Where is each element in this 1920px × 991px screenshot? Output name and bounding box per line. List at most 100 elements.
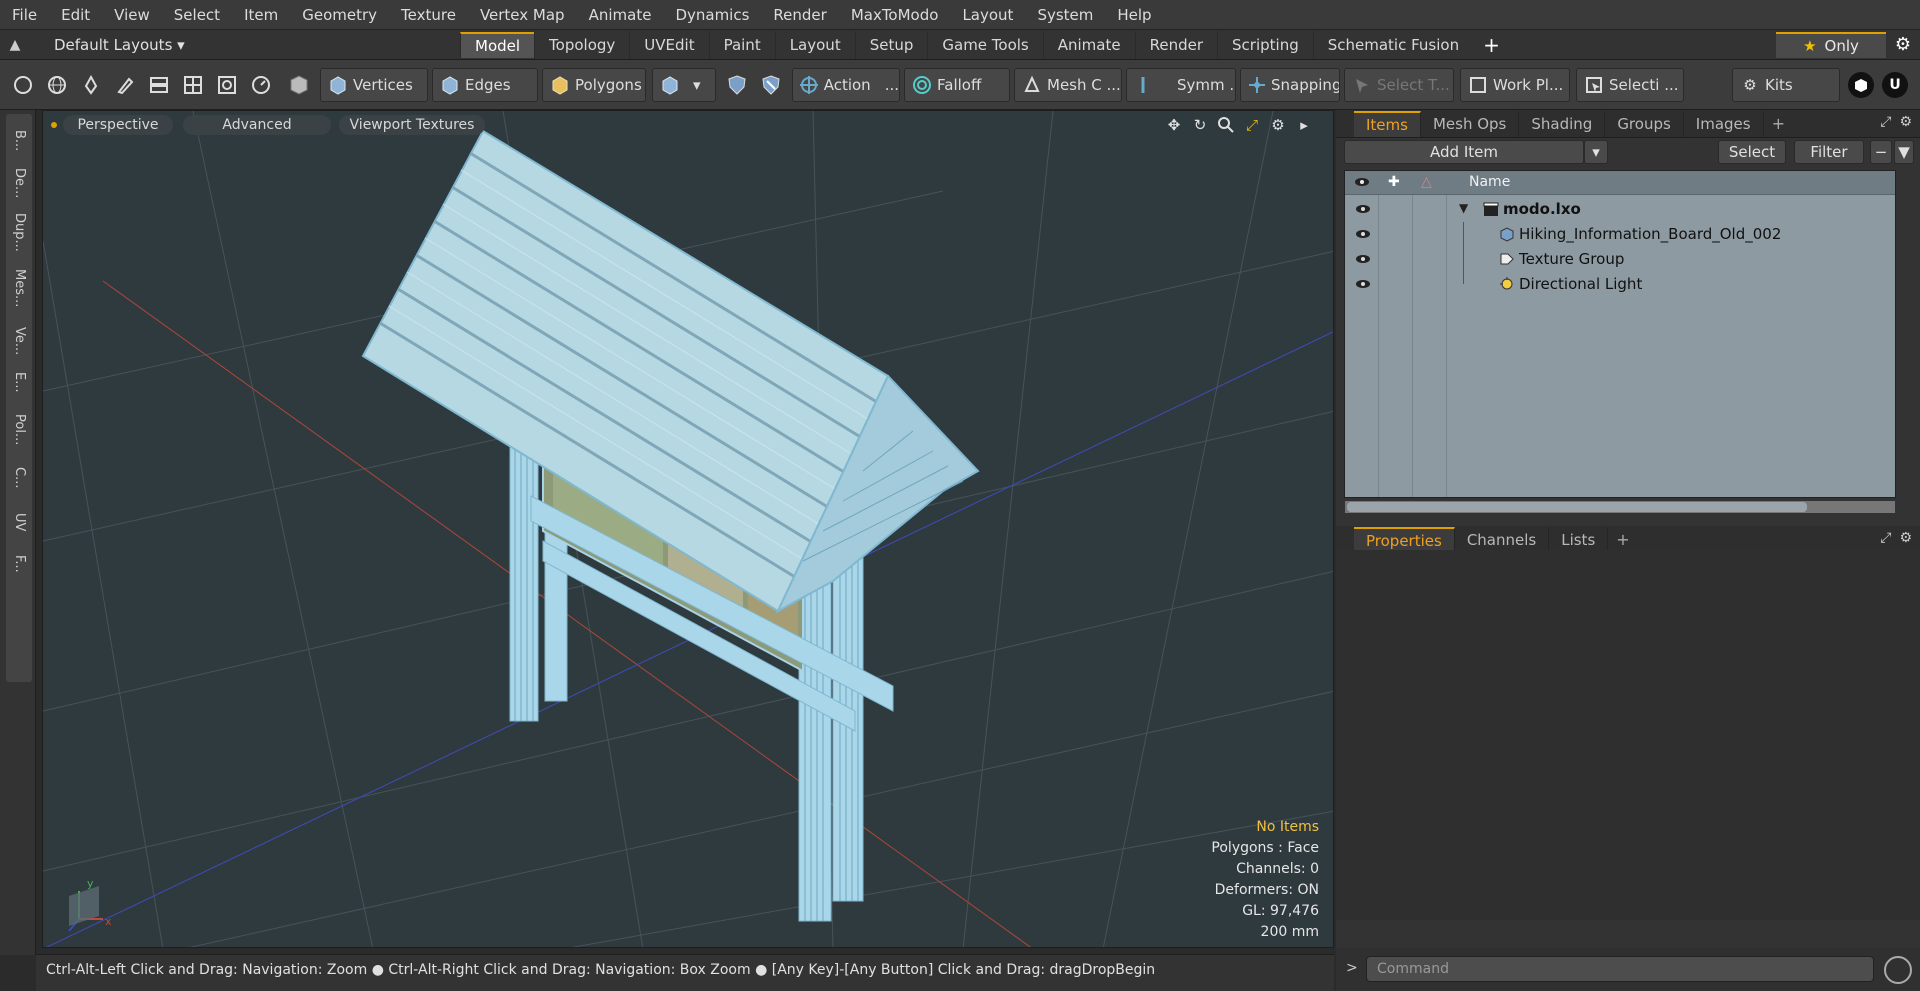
tab-setup[interactable]: Setup (854, 30, 928, 59)
pen-tool-icon[interactable] (78, 72, 104, 98)
unity-logo-icon[interactable] (1848, 72, 1874, 98)
gear-icon[interactable]: ⚙ (1886, 30, 1920, 60)
menu-system[interactable]: System (1025, 0, 1105, 30)
expand-arrow-icon[interactable]: ▼ (1459, 201, 1468, 215)
grid-icon[interactable] (180, 72, 206, 98)
tab-uvedit[interactable]: UVEdit (629, 30, 708, 59)
snapping-button[interactable]: Snapping (1240, 68, 1340, 102)
add-item-button[interactable]: Add Item (1344, 140, 1584, 164)
vtab-mesh-edit[interactable]: Mes... (6, 262, 32, 314)
vtab-edge[interactable]: E... (6, 362, 32, 402)
selection-sets-button[interactable]: Selecti ... (1576, 68, 1684, 102)
vtab-polygon[interactable]: Pol... (6, 404, 32, 456)
3d-viewport[interactable]: y x Perspective Advanced Viewport Textur… (42, 110, 1334, 948)
edges-button[interactable]: Edges (432, 68, 538, 102)
tab-scripting[interactable]: Scripting (1217, 30, 1313, 59)
visibility-eye-icon[interactable] (1355, 277, 1371, 291)
item-list-hscrollbar[interactable] (1344, 500, 1896, 514)
tab-lists[interactable]: Lists (1549, 526, 1609, 553)
tab-schematic-fusion[interactable]: Schematic Fusion (1312, 30, 1473, 59)
shield-icon[interactable] (724, 72, 750, 98)
menu-select[interactable]: Select (162, 0, 232, 30)
collapse-up-icon[interactable]: ▲ (0, 37, 30, 53)
mesh-constraint-button[interactable]: Mesh C ... (1014, 68, 1122, 102)
shield-x-icon[interactable] (758, 72, 784, 98)
add-item-dropdown[interactable]: ▾ (1584, 140, 1608, 164)
zoom-view-icon[interactable] (1217, 116, 1235, 134)
vtab-deform[interactable]: De... (6, 160, 32, 206)
list-item[interactable]: Texture Group (1345, 247, 1895, 272)
vtab-fusion[interactable]: F... (6, 544, 32, 584)
only-toggle[interactable]: ★ Only (1776, 32, 1886, 58)
brush-icon[interactable] (112, 72, 138, 98)
vtab-curve[interactable]: C... (6, 458, 32, 498)
tab-layout[interactable]: Layout (774, 30, 855, 59)
tab-animate[interactable]: Animate (1042, 30, 1135, 59)
falloff-button[interactable]: Falloff (904, 68, 1010, 102)
menu-layout[interactable]: Layout (950, 0, 1025, 30)
vtab-duplicate[interactable]: Dup... (6, 206, 32, 258)
symmetry-button[interactable]: Symm ... (1126, 68, 1236, 102)
tab-groups[interactable]: Groups (1605, 110, 1684, 137)
vertices-button[interactable]: Vertices (320, 68, 428, 102)
select-button[interactable]: Select (1718, 140, 1786, 164)
tab-items[interactable]: Items (1354, 110, 1421, 137)
tab-images[interactable]: Images (1684, 110, 1764, 137)
menu-vertex-map[interactable]: Vertex Map (468, 0, 577, 30)
stack-icon[interactable] (146, 72, 172, 98)
move-view-icon[interactable]: ✥ (1165, 116, 1183, 134)
action-center-button[interactable]: Action... (792, 68, 900, 102)
record-macro-icon[interactable] (1884, 956, 1912, 984)
vtab-vertex[interactable]: Ve... (6, 318, 32, 364)
material-mode-dropdown[interactable]: ▾ (652, 68, 716, 102)
panel-settings-icon[interactable]: ⚙ (1899, 530, 1912, 546)
command-input[interactable]: Command (1366, 956, 1874, 982)
list-item[interactable]: Hiking_Information_Board_Old_002 (1345, 222, 1895, 247)
menu-animate[interactable]: Animate (577, 0, 664, 30)
add-panel-tab-icon[interactable]: + (1608, 530, 1637, 549)
tab-model[interactable]: Model (460, 31, 535, 58)
viewport-textures-button[interactable]: Viewport Textures (339, 115, 485, 135)
menu-texture[interactable]: Texture (389, 0, 468, 30)
menu-geometry[interactable]: Geometry (290, 0, 389, 30)
panel-settings-icon[interactable]: ⚙ (1899, 114, 1912, 130)
menu-render[interactable]: Render (761, 0, 838, 30)
viewport-settings-icon[interactable]: ⚙ (1269, 116, 1287, 134)
collapse-list-icon[interactable]: − (1870, 140, 1892, 164)
layout-selector[interactable]: Default Layouts ▾ (30, 36, 185, 54)
expand-panel-icon[interactable]: ⤢ (1880, 530, 1891, 546)
expand-panel-icon[interactable]: ⤢ (1880, 114, 1891, 130)
filter-funnel-icon[interactable]: ▼ (1894, 140, 1914, 164)
menu-edit[interactable]: Edit (49, 0, 102, 30)
list-item[interactable]: ▼ modo.lxo (1345, 197, 1895, 222)
menu-dynamics[interactable]: Dynamics (663, 0, 761, 30)
visibility-eye-icon[interactable] (1355, 227, 1371, 241)
clock-icon[interactable] (248, 72, 274, 98)
menu-view[interactable]: View (102, 0, 162, 30)
tab-shading[interactable]: Shading (1519, 110, 1606, 137)
frame-icon[interactable] (214, 72, 240, 98)
tab-topology[interactable]: Topology (534, 30, 629, 59)
add-layout-tab-icon[interactable]: + (1473, 33, 1510, 57)
tab-render[interactable]: Render (1134, 30, 1217, 59)
tab-paint[interactable]: Paint (708, 30, 775, 59)
item-mode-icon[interactable] (286, 72, 312, 98)
kits-button[interactable]: ⚙ Kits (1732, 68, 1840, 102)
rotate-view-icon[interactable]: ↻ (1191, 116, 1209, 134)
menu-maxtomodo[interactable]: MaxToModo (839, 0, 951, 30)
scrollbar-thumb[interactable] (1347, 502, 1807, 512)
circle-select-icon[interactable] (10, 72, 36, 98)
menu-help[interactable]: Help (1105, 0, 1163, 30)
list-item[interactable]: Directional Light (1345, 272, 1895, 297)
maximize-view-icon[interactable]: ⤢ (1243, 116, 1261, 134)
polygons-button[interactable]: Polygons (542, 68, 646, 102)
globe-icon[interactable] (44, 72, 70, 98)
tab-channels[interactable]: Channels (1455, 526, 1550, 553)
unreal-logo-icon[interactable]: U (1882, 72, 1908, 98)
tab-game-tools[interactable]: Game Tools (927, 30, 1042, 59)
filter-button[interactable]: Filter (1794, 140, 1864, 164)
visibility-eye-icon[interactable] (1355, 252, 1371, 266)
visibility-eye-icon[interactable] (1355, 202, 1371, 216)
tab-mesh-ops[interactable]: Mesh Ops (1421, 110, 1520, 137)
vtab-uv[interactable]: UV (6, 502, 32, 542)
